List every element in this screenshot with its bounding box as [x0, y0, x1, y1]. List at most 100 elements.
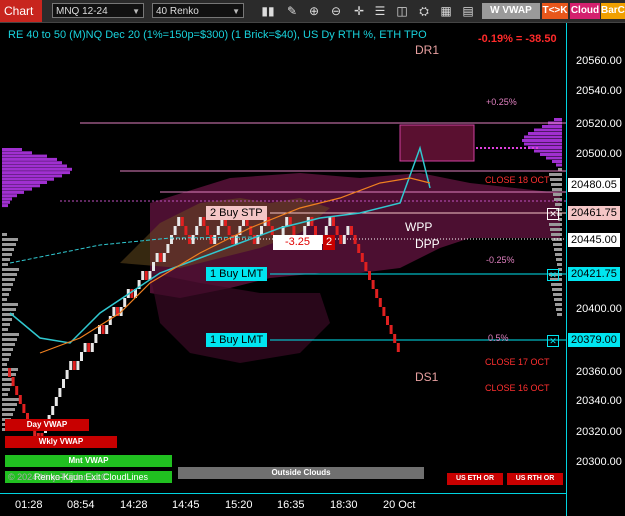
volume-bar — [2, 328, 8, 331]
renko-brick — [8, 368, 11, 377]
tpo-bar-right — [524, 142, 562, 146]
volume-bar-right — [551, 283, 562, 286]
renko-brick — [303, 226, 307, 235]
renko-brick — [152, 262, 155, 271]
cancel-limit-1-icon[interactable]: ✕ — [547, 269, 559, 281]
outside-clouds-button[interactable]: Outside Clouds — [178, 467, 424, 479]
tpo-bar-right — [554, 118, 562, 121]
bar-type-selector[interactable]: 40 Renko ▼ — [152, 3, 244, 18]
volume-bar — [2, 233, 7, 236]
day-vwap-button[interactable]: Day VWAP — [5, 419, 89, 431]
buy-stop-order[interactable]: 2 Buy STP — [206, 206, 267, 220]
tpo-bar-right — [534, 149, 562, 153]
volume-bar — [2, 358, 9, 361]
cancel-stop-icon[interactable]: ✕ — [547, 208, 559, 220]
renko-brick — [112, 307, 116, 316]
position-pnl-box[interactable]: -3.25 — [273, 235, 322, 250]
crosshair-icon[interactable]: ✛ — [351, 3, 367, 19]
price-tag-current: 20445.00 — [568, 233, 620, 247]
volume-bar — [2, 263, 8, 266]
w-vwap-button[interactable]: W VWAP — [482, 3, 540, 19]
renko-brick — [206, 226, 209, 235]
renko-brick — [65, 370, 69, 379]
wpp-label: WPP — [405, 220, 433, 234]
renko-brick — [339, 235, 343, 244]
strategy-icon[interactable]: ◫ — [394, 3, 410, 19]
us-eth-or-button[interactable]: US ETH OR — [447, 473, 503, 485]
volume-bar-right — [552, 188, 562, 191]
renko-brick — [173, 226, 177, 235]
chart-toolbar: Chart MNQ 12-24 ▼ 40 Renko ▼ ▮▮ ✎ ⊕ ⊖ ✛ … — [0, 0, 625, 23]
renko-brick — [353, 235, 357, 244]
volume-bar-right — [553, 293, 562, 296]
renko-brick — [310, 217, 314, 226]
volume-bar — [2, 413, 13, 416]
volume-bar — [2, 338, 17, 341]
renko-brick — [15, 386, 19, 395]
renko-brick — [141, 271, 145, 280]
x-tick: 14:28 — [120, 499, 148, 511]
volume-bar — [2, 303, 18, 306]
volume-bar-right — [557, 263, 562, 266]
cancel-limit-2-icon[interactable]: ✕ — [547, 335, 559, 347]
renko-brick — [108, 316, 112, 325]
position-qty-box[interactable]: 2 — [323, 235, 335, 250]
barcolor-button[interactable]: BarCo — [601, 3, 625, 19]
tpo-bar — [2, 177, 54, 181]
zoom-out-icon[interactable]: ⊖ — [328, 3, 344, 19]
renko-brick — [69, 361, 73, 370]
volume-bar — [2, 238, 18, 241]
instrument-selector[interactable]: MNQ 12-24 ▼ — [52, 3, 144, 18]
monthly-vwap-button[interactable]: Mnt VWAP — [5, 455, 172, 467]
properties-icon[interactable]: ▦ — [438, 3, 454, 19]
price-tag: 20461.75 — [568, 206, 620, 220]
position-pnl-percent: -0.19% = -38.50 — [478, 33, 557, 45]
template-icon[interactable]: ⛭ — [416, 3, 432, 19]
t-k-button[interactable]: T<>K — [542, 3, 568, 19]
ds1-label: DS1 — [415, 370, 439, 384]
renko-brick — [87, 343, 91, 352]
bars-icon[interactable]: ▮▮ — [260, 3, 276, 19]
zoom-in-icon[interactable]: ⊕ — [306, 3, 322, 19]
pct-up-label: +0.25% — [486, 97, 517, 107]
renko-brick — [22, 404, 26, 413]
renko-brick — [18, 395, 22, 404]
time-axis[interactable]: 01:28 08:54 14:28 14:45 15:20 16:35 18:3… — [0, 493, 566, 516]
or-box — [399, 124, 475, 162]
renko-brick — [252, 235, 256, 244]
renko-brick — [144, 271, 148, 280]
price-tag: 20379.00 — [568, 333, 620, 347]
indicators-icon[interactable]: ☰ — [372, 3, 388, 19]
pct-05-label: 0.5% — [488, 333, 509, 343]
renko-brick — [368, 271, 371, 280]
buy-limit-order-1[interactable]: 1 Buy LMT — [206, 267, 268, 281]
renko-brick — [346, 226, 350, 235]
volume-bar — [2, 253, 12, 256]
renko-brick — [105, 325, 109, 334]
renko-brick — [166, 244, 170, 253]
chart-trader-icon[interactable]: ▤ — [460, 3, 476, 19]
renko-brick — [184, 226, 188, 235]
tpo-bar — [2, 181, 47, 184]
renko-brick — [328, 217, 332, 226]
volume-bar — [2, 348, 13, 351]
volume-bar — [2, 353, 11, 356]
us-rth-or-button[interactable]: US RTH OR — [507, 473, 563, 485]
x-tick: 14:45 — [172, 499, 200, 511]
volume-bar — [2, 293, 9, 296]
y-tick: 20560.00 — [576, 55, 622, 67]
renko-brick — [123, 298, 127, 307]
draw-tool-icon[interactable]: ✎ — [284, 3, 300, 19]
y-tick: 20320.00 — [576, 426, 622, 438]
renko-brick — [389, 325, 393, 334]
volume-bar — [2, 323, 10, 326]
buy-limit-order-2[interactable]: 1 Buy LMT — [206, 333, 268, 347]
renko-brick — [51, 406, 55, 415]
cloud-button[interactable]: Cloud — [570, 3, 600, 19]
instrument-value: MNQ 12-24 — [56, 6, 108, 17]
weekly-vwap-button[interactable]: Wkly VWAP — [5, 436, 117, 448]
price-axis[interactable]: 20560.00 20540.00 20520.00 20500.00 2040… — [566, 23, 625, 516]
volume-bar — [2, 243, 16, 246]
renko-brick — [213, 235, 217, 244]
renko-brick — [357, 244, 361, 253]
